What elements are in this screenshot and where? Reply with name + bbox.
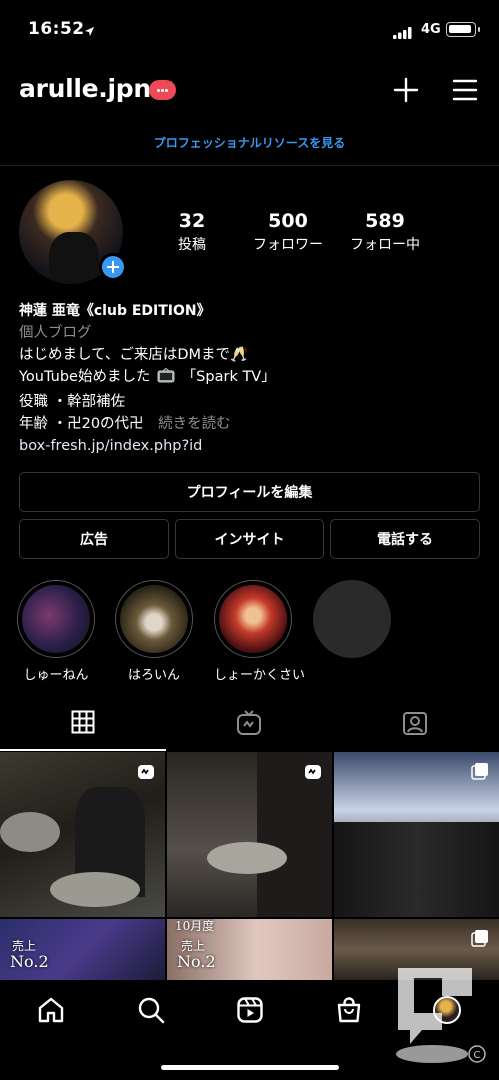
network-type: 4G [421, 22, 441, 37]
post-tile-1-cymbal-right [50, 872, 140, 907]
post-tile-3-carousel-icon [471, 762, 489, 784]
watermark-logo: C [392, 958, 492, 1068]
post-tile-1-igtv-icon [137, 762, 155, 784]
highlight-new-placeholder[interactable] [313, 580, 391, 658]
tagged-person-icon [403, 712, 427, 735]
post-tile-6-carousel-icon [471, 929, 489, 951]
post-tile-2[interactable] [167, 752, 332, 917]
post-tile-3[interactable] [334, 752, 499, 917]
tab-tagged[interactable] [402, 710, 428, 740]
stat-posts-count: 32 [178, 210, 206, 232]
post-tile-5-rank-text: No.2 [177, 952, 216, 971]
stat-following-count: 589 [365, 210, 405, 232]
highlight-1[interactable]: しゅーねん [17, 580, 95, 683]
bio-line-4: 年齢 ・卍20の代卍 続きを読む [19, 413, 479, 435]
read-more-link[interactable]: 続きを読む [158, 416, 231, 432]
professional-resources-link[interactable]: プロフェッショナルリソースを見る [0, 134, 499, 151]
bio-line-2: YouTube始めました 「Spark TV」 [19, 366, 479, 391]
insights-button[interactable]: インサイト [175, 519, 324, 559]
post-tile-2-cymbal [207, 842, 287, 874]
post-tile-1[interactable] [0, 752, 165, 917]
menu-hamburger-icon[interactable] [452, 78, 478, 106]
edit-profile-button[interactable]: プロフィールを編集 [19, 472, 480, 512]
reels-icon[interactable] [236, 996, 264, 1028]
bio-line-2b: 「Spark TV」 [181, 369, 276, 385]
bio-line-4-text: 年齢 ・卍20の代卍 [19, 416, 144, 432]
profile-bio: 神蓮 亜竜《club EDITION》 個人ブログ はじめまして、ご来店はDMま… [19, 300, 479, 457]
shop-bag-icon[interactable] [335, 996, 363, 1028]
post-tile-3-group [334, 822, 499, 917]
highlight-2-ring [115, 580, 193, 658]
highlight-2-label: はろいん [127, 668, 180, 683]
bio-line-1: はじめまして、ご来店はDMまで🥂 [19, 347, 249, 363]
home-icon[interactable] [37, 996, 65, 1028]
signal-icon [393, 24, 413, 43]
post-tile-2-igtv-icon [304, 762, 322, 784]
ads-button[interactable]: 広告 [19, 519, 169, 559]
status-time: 16:52 [28, 19, 85, 39]
highlight-1-label: しゅーねん [23, 668, 89, 683]
highlight-2-image [120, 585, 188, 653]
stat-followers-label: フォロワー [253, 237, 323, 253]
highlight-3-image [219, 585, 287, 653]
highlight-2[interactable]: はろいん [115, 580, 193, 683]
home-indicator[interactable] [161, 1065, 339, 1070]
svg-text:C: C [474, 1050, 481, 1061]
battery-icon [446, 22, 480, 37]
header-divider [0, 165, 499, 166]
bio-line-2a: YouTube始めました [19, 369, 151, 385]
tab-active-indicator [0, 749, 166, 751]
stat-following[interactable]: 589 フォロー中 [340, 210, 430, 254]
igtv-icon [237, 710, 261, 735]
bio-line-3: 役職 ・幹部補佐 [19, 394, 126, 410]
post-tile-4-rank-text: No.2 [10, 952, 49, 971]
highlight-3[interactable]: しょーかくさい [214, 580, 306, 683]
stat-posts[interactable]: 32 投稿 [160, 210, 224, 254]
stat-following-label: フォロー中 [350, 237, 420, 253]
highlight-3-ring [214, 580, 292, 658]
add-story-plus-icon[interactable] [99, 253, 127, 281]
search-icon[interactable] [137, 996, 165, 1028]
status-bar: 16:52 4G [0, 0, 499, 60]
stat-posts-label: 投稿 [178, 237, 206, 253]
profile-username[interactable]: arulle.jpn [19, 74, 151, 103]
highlight-1-image [22, 585, 90, 653]
post-tile-1-cymbal-left [0, 812, 60, 852]
highlight-1-ring [17, 580, 95, 658]
highlight-3-label: しょーかくさい [214, 668, 306, 683]
location-arrow-icon [84, 22, 95, 41]
stat-followers[interactable]: 500 フォロワー [244, 210, 332, 254]
tab-posts-grid[interactable] [71, 710, 95, 738]
post-tile-5[interactable]: 10月度 売上 No.2 [167, 919, 332, 980]
notification-badge[interactable] [149, 80, 176, 100]
bio-website-link[interactable]: box-fresh.jp/index.php?id [19, 435, 479, 457]
tab-igtv[interactable] [236, 710, 262, 740]
call-button[interactable]: 電話する [330, 519, 480, 559]
profile-display-name: 神蓮 亜竜《club EDITION》 [19, 303, 211, 319]
post-tile-4[interactable]: 売上 No.2 [0, 919, 165, 980]
tv-icon [157, 367, 175, 391]
create-plus-icon[interactable] [393, 77, 419, 107]
stat-followers-count: 500 [268, 210, 308, 232]
profile-category: 個人ブログ [19, 325, 92, 341]
grid-icon [71, 710, 95, 734]
post-tile-5-month-text: 10月度 [175, 919, 215, 933]
